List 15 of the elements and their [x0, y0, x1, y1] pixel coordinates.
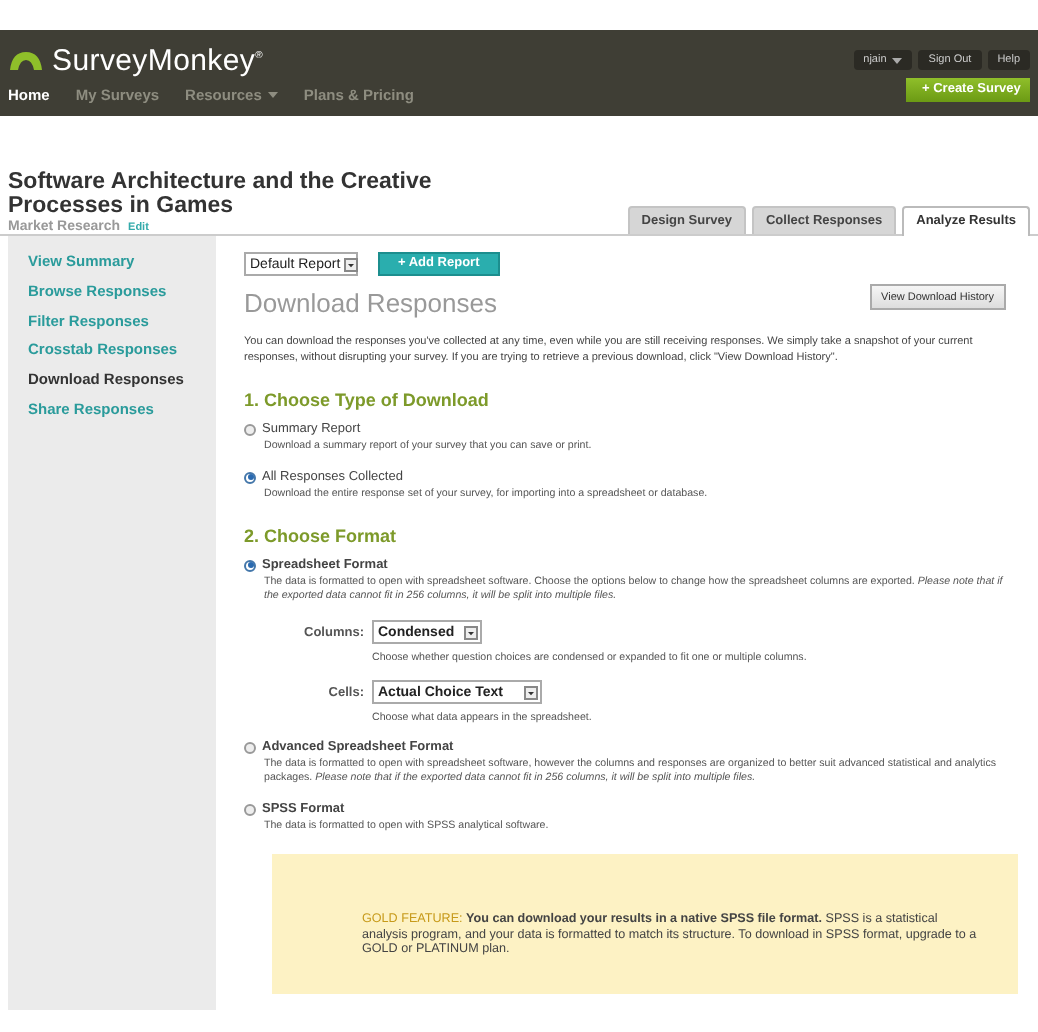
radio-button[interactable] [244, 741, 256, 753]
dropdown-arrow-icon [524, 685, 538, 699]
radio-button[interactable] [244, 559, 256, 571]
logo-icon [8, 49, 44, 71]
dropdown-arrow-icon [344, 257, 359, 271]
page-heading: Download Responses [244, 288, 497, 318]
survey-title: Software Architecture and the Creative Processes in Games [8, 170, 434, 218]
section-title: 2. Choose Format [244, 526, 399, 546]
radio-button[interactable] [244, 423, 256, 435]
radio-button[interactable] [244, 803, 256, 815]
radio-button[interactable] [244, 471, 256, 483]
caret-icon [892, 57, 903, 63]
section-title: 1. Choose Type of Download [244, 390, 491, 410]
logo-text[interactable]: SurveyMonkey$^{®}$ [52, 43, 263, 77]
dropdown-arrow-icon [464, 625, 478, 639]
